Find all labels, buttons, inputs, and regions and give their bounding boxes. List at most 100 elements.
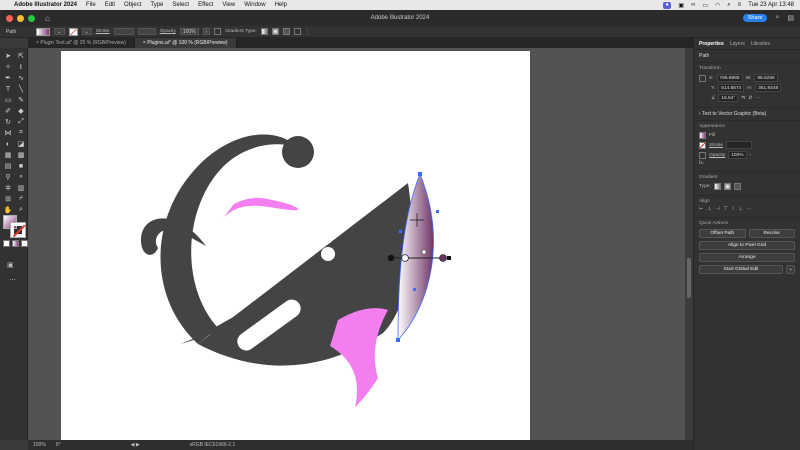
shaper-tool-icon[interactable]: ✐: [2, 106, 14, 116]
zoom-window-icon[interactable]: [28, 14, 35, 22]
gradient-resize-handle[interactable]: [447, 256, 451, 260]
align-left-icon[interactable]: ⊢: [699, 207, 703, 212]
menu-object[interactable]: Object: [124, 2, 141, 8]
symbol-sprayer-tool-icon[interactable]: ✲: [2, 183, 14, 193]
appearance-fill-swatch[interactable]: [699, 132, 706, 139]
align-center-h-icon[interactable]: ⊥: [707, 207, 711, 212]
x-field[interactable]: 765.8985: [716, 74, 743, 82]
stroke-dropdown[interactable]: ⌄: [81, 28, 92, 35]
angle-field[interactable]: 16.54°: [718, 94, 739, 102]
paintbrush-tool-icon[interactable]: ✎: [15, 95, 27, 105]
align-pixel-grid-button[interactable]: Align to Pixel Grid: [699, 241, 795, 250]
mesh-tool-icon[interactable]: ▩: [15, 150, 27, 160]
text-to-vector-section[interactable]: › Text to Vector Graphic (Beta): [694, 108, 800, 121]
stroke-swatch[interactable]: [68, 27, 78, 36]
rotate-tool-icon[interactable]: ↻: [2, 117, 14, 127]
rotation-view[interactable]: 0°: [56, 442, 61, 448]
align-bottom-icon[interactable]: ⊥: [738, 207, 742, 212]
creative-cloud-icon[interactable]: ∞: [691, 2, 695, 8]
tab-plugin-test[interactable]: × Plugin Test.ai* @ 25 % (RGB/Preview): [28, 38, 135, 48]
hand-tool-icon[interactable]: ✋: [2, 205, 14, 215]
scale-tool-icon[interactable]: ⤢: [15, 117, 27, 127]
gradient-origin-handle[interactable]: [387, 254, 395, 262]
linear-gradient-icon[interactable]: [713, 183, 721, 190]
menu-select[interactable]: Select: [172, 2, 189, 8]
stroke-weight-field[interactable]: [725, 141, 752, 149]
recolor-button[interactable]: Recolor: [748, 229, 795, 238]
dark-curl-ball[interactable]: [282, 136, 314, 168]
tab-libraries[interactable]: Libraries: [751, 41, 770, 47]
fill-swatch[interactable]: [36, 27, 51, 36]
home-icon[interactable]: ⌂: [45, 14, 50, 23]
opacity-field[interactable]: 100%: [728, 151, 747, 159]
tab-plugins[interactable]: × Plugins.ai* @ 100 % (RGB/Preview): [134, 38, 237, 48]
gradient-mode-icon[interactable]: [12, 240, 19, 247]
column-graph-tool-icon[interactable]: ▥: [15, 183, 27, 193]
opacity-label[interactable]: Opacity: [160, 29, 176, 34]
align-center-v-icon[interactable]: ⊺: [732, 207, 735, 212]
gradient-tool-icon[interactable]: ▤: [2, 161, 14, 171]
artboard-tool-icon[interactable]: ⊞: [2, 194, 14, 204]
y-field[interactable]: 514.8674: [718, 84, 745, 92]
align-right-icon[interactable]: ⊣: [715, 207, 719, 212]
menu-file[interactable]: File: [86, 2, 96, 8]
vertical-scrollbar[interactable]: [685, 48, 693, 440]
selection-tool-icon[interactable]: ➤: [2, 51, 14, 61]
recolor-icon[interactable]: [214, 28, 222, 35]
eyedropper-tool-icon[interactable]: ⚲: [2, 172, 14, 182]
screen-mode-icon[interactable]: ▣: [7, 261, 14, 269]
curvature-tool-icon[interactable]: ∿: [15, 73, 27, 83]
artwork[interactable]: [28, 48, 693, 440]
edit-toolbar-icon[interactable]: ⋯: [9, 276, 16, 284]
reference-point-icon[interactable]: [699, 74, 706, 82]
align-top-icon[interactable]: ⊤: [724, 207, 728, 212]
radial-gradient-icon[interactable]: [271, 28, 279, 35]
opacity-field[interactable]: 100%: [179, 28, 199, 35]
align-icon[interactable]: [293, 28, 301, 35]
arrange-button[interactable]: Arrange: [699, 253, 795, 262]
opacity-label[interactable]: Opacity: [709, 153, 725, 158]
fx-button[interactable]: fx.: [699, 161, 704, 166]
eraser-tool-icon[interactable]: ◆: [15, 106, 27, 116]
pen-tool-icon[interactable]: ✒: [2, 73, 14, 83]
canvas-area[interactable]: [28, 48, 693, 440]
perspective-grid-tool-icon[interactable]: ▦: [2, 150, 14, 160]
close-window-icon[interactable]: [6, 14, 13, 22]
zoom-level[interactable]: 100%: [33, 442, 46, 448]
control-center-icon[interactable]: ≡: [738, 2, 742, 8]
flip-vertical-icon[interactable]: ⇵: [748, 96, 752, 101]
zoom-tool-icon[interactable]: ⌕: [15, 205, 27, 215]
freeform-gradient-icon[interactable]: [282, 28, 290, 35]
direct-selection-tool-icon[interactable]: ⇱: [15, 51, 27, 61]
slice-tool-icon[interactable]: ⌿: [15, 194, 27, 204]
pink-tail-bottom[interactable]: [330, 308, 388, 408]
global-edit-options-icon[interactable]: ⌄: [786, 265, 795, 274]
tab-layers[interactable]: Layers: [730, 41, 745, 47]
h-field[interactable]: 351.8448: [755, 84, 782, 92]
stroke-label[interactable]: Stroke: [96, 29, 110, 34]
stroke-label[interactable]: Stroke: [709, 143, 723, 148]
scroll-thumb[interactable]: [687, 258, 691, 298]
minimize-window-icon[interactable]: [17, 14, 24, 22]
tab-properties[interactable]: Properties: [699, 41, 724, 47]
blend-tool-icon[interactable]: ⚬: [15, 172, 27, 182]
app-menu[interactable]: Adobe Illustrator 2024: [14, 2, 77, 8]
opacity-dropdown[interactable]: ›: [202, 28, 211, 35]
opacity-chevron-icon[interactable]: ›: [750, 153, 752, 158]
lasso-tool-icon[interactable]: ℓ: [15, 62, 27, 72]
line-tool-icon[interactable]: ╲: [15, 84, 27, 94]
freeform-gradient-icon[interactable]: [733, 183, 741, 190]
none-mode-icon[interactable]: [21, 240, 28, 247]
radial-gradient-icon[interactable]: [723, 183, 731, 190]
color-mode-icon[interactable]: [3, 240, 10, 247]
flip-horizontal-icon[interactable]: ⇋: [741, 96, 745, 101]
clock[interactable]: Tue 23 Apr 13:48: [748, 2, 794, 8]
status-icon[interactable]: ▣: [678, 2, 684, 9]
width-tool-icon[interactable]: ⋈: [2, 128, 14, 138]
more-transform-icon[interactable]: ⋯: [755, 96, 760, 101]
menu-view[interactable]: View: [222, 2, 235, 8]
menu-type[interactable]: Type: [150, 2, 163, 8]
more-options-icon[interactable]: ⋮: [305, 29, 310, 35]
text-to-vector-label[interactable]: Text to Vector Graphic (Beta): [702, 111, 766, 117]
stroke-weight-field[interactable]: [113, 28, 134, 35]
